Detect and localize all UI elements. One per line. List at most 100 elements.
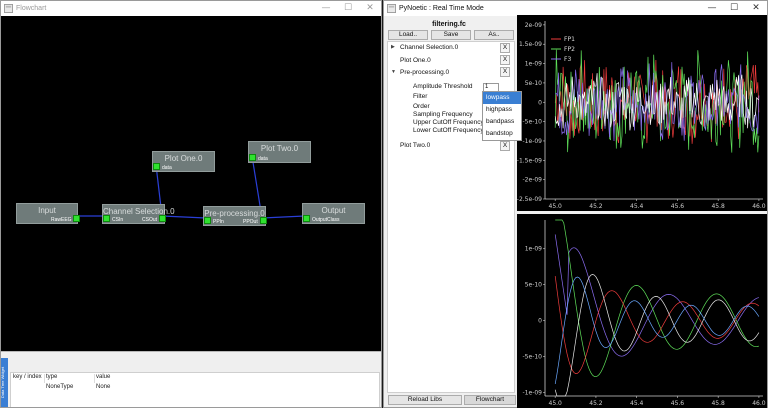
header-value[interactable]: value	[96, 374, 110, 380]
flowchart-node-tree[interactable]: ▶ Channel Selection.0 X Plot One.0 X ▼ P…	[387, 41, 522, 393]
node-title: Pre-processing.0	[204, 209, 265, 218]
x-tick-label: 45.0	[549, 400, 563, 407]
y-tick-label: -5e-10	[523, 353, 543, 360]
node-plot-one[interactable]: Plot One.0 data	[152, 151, 215, 172]
save-as-button[interactable]: As..	[474, 30, 514, 40]
load-button[interactable]: Load..	[388, 30, 428, 40]
y-tick-label: -2e-09	[523, 177, 543, 184]
x-tick-label: 45.2	[589, 203, 603, 210]
y-tick-label: 0	[538, 318, 542, 325]
y-tick-label: 5e-10	[525, 80, 542, 87]
header-type[interactable]: type	[46, 374, 57, 380]
data-tree-header: key / index type value	[11, 374, 379, 383]
close-icon[interactable]: ✕	[359, 1, 381, 16]
x-tick-label: 45.2	[589, 400, 603, 407]
close-icon[interactable]: ✕	[745, 1, 767, 16]
data-tree[interactable]: key / index type value NoneType None	[10, 372, 380, 407]
table-row[interactable]: NoneType None	[11, 384, 379, 393]
minimize-icon[interactable]: —	[315, 1, 337, 16]
flowchart-titlebar[interactable]: Flowchart — ☐ ✕	[1, 1, 381, 16]
tree-item-channel-selection[interactable]: Channel Selection.0	[400, 42, 458, 53]
series-line-0	[554, 234, 759, 357]
x-tick-label: 45.0	[549, 203, 563, 210]
remove-plot-one-button[interactable]: X	[500, 55, 510, 65]
y-tick-label: 1e-09	[525, 246, 542, 253]
tree-item-plot-one[interactable]: Plot One.0	[400, 55, 431, 66]
remove-channel-selection-button[interactable]: X	[500, 43, 510, 53]
x-tick-label: 45.4	[630, 400, 644, 407]
node-plot-two[interactable]: Plot Two.0 data	[248, 141, 311, 163]
maximize-icon[interactable]: ☐	[723, 1, 745, 16]
connection-preproc-output[interactable]	[261, 215, 306, 219]
param-lower-cutoff: Lower CutOff Frequency	[413, 127, 484, 134]
terminal-ppout[interactable]	[260, 217, 267, 224]
header-key[interactable]: key / index	[13, 374, 42, 380]
collapse-arrow-icon[interactable]: ▼	[391, 67, 396, 78]
node-channel-selection[interactable]: Channel Selection.0 CSIn CSOut	[102, 204, 175, 224]
x-tick-label: 45.8	[711, 203, 725, 210]
remove-preprocessing-button[interactable]: X	[500, 67, 510, 77]
terminal-label: PPIn	[213, 219, 224, 225]
node-title: Input	[38, 206, 56, 215]
tree-item-plot-two[interactable]: Plot Two.0	[400, 140, 430, 151]
connection-channel-preproc[interactable]	[161, 215, 207, 219]
legend-label: F3	[564, 56, 571, 63]
y-tick-label: -1e-09	[523, 138, 543, 145]
plot-one-chart[interactable]: 2e-09 1.5e-09 1e-09 5e-10 0 -5e-10 -1e-09 -1.5e…	[517, 15, 767, 211]
connection-layer	[76, 155, 306, 219]
tree-item-preprocessing[interactable]: Pre-processing.0	[400, 67, 449, 78]
reload-libs-button[interactable]: Reload Libs	[388, 395, 462, 405]
flowchart-canvas[interactable]: Input RawEEG Channel Selection.0 CSIn CS…	[1, 16, 381, 351]
x-tick-label: 45.4	[630, 203, 644, 210]
terminal-outputclass[interactable]	[303, 215, 310, 222]
maximize-icon[interactable]: ☐	[337, 1, 359, 16]
expand-arrow-icon[interactable]: ▶	[391, 42, 395, 53]
filter-option-bandstop[interactable]: bandstop	[483, 128, 521, 140]
param-upper-cutoff: Upper CutOff Frequency	[413, 119, 484, 126]
dock-label: Data Tree Widget	[0, 366, 6, 399]
y-tick-label: -5e-10	[523, 119, 543, 126]
file-name: filtering.fc	[432, 21, 466, 28]
param-sampling-frequency: Sampling Frequency	[413, 111, 473, 118]
save-button[interactable]: Save	[431, 30, 471, 40]
terminal-csout[interactable]	[159, 215, 166, 222]
x-tick-label: 46.0	[752, 400, 766, 407]
plot-one-svg: 2e-09 1.5e-09 1e-09 5e-10 0 -5e-10 -1e-09 -1.5e…	[517, 21, 766, 210]
y-tick-label: 1.5e-09	[519, 41, 542, 48]
remove-plot-two-button[interactable]: X	[500, 141, 510, 151]
filter-option-highpass[interactable]: highpass	[483, 104, 521, 116]
node-input[interactable]: Input RawEEG	[16, 203, 80, 224]
param-filter: Filter	[413, 93, 428, 100]
flowchart-button[interactable]: Flowchart	[464, 395, 516, 405]
terminal-rawEEG[interactable]	[73, 215, 80, 222]
filter-option-lowpass[interactable]: lowpass	[483, 92, 521, 104]
node-preprocessing[interactable]: Pre-processing.0 PPIn PPOut	[203, 206, 267, 226]
cell-type: NoneType	[46, 384, 74, 390]
pynoetic-titlebar[interactable]: PyNoetic : Real Time Mode — ☐ ✕	[384, 1, 767, 16]
plot-two-svg: 1e-09 5e-10 0 -5e-10 -1e-09 45.0 45.2 45.4 45.6 4…	[523, 219, 766, 407]
node-title: Channel Selection.0	[103, 207, 175, 216]
filter-dropdown[interactable]: lowpass highpass bandpass bandstop	[482, 91, 522, 141]
node-title: Output	[321, 206, 346, 215]
flowchart-window: Flowchart — ☐ ✕ Input RawEEG Channel Sel…	[0, 0, 382, 408]
x-tick-label: 45.6	[671, 400, 685, 407]
y-tick-label: 1e-09	[525, 61, 542, 68]
x-tick-label: 45.6	[671, 203, 685, 210]
app-icon	[387, 4, 396, 13]
node-output[interactable]: Output OutputClass	[302, 203, 365, 224]
y-tick-label: -1.5e-09	[517, 157, 542, 164]
dock-tab[interactable]: Data Tree Widget	[0, 358, 8, 407]
terminal-ppin[interactable]	[204, 217, 211, 224]
terminal-label: OutputClass	[312, 217, 340, 223]
terminal-csin[interactable]	[103, 215, 110, 222]
terminal-data[interactable]	[249, 154, 256, 161]
node-title: Plot Two.0	[260, 144, 299, 153]
terminal-label: PPOut	[243, 219, 258, 225]
plot-two-chart[interactable]: 1e-09 5e-10 0 -5e-10 -1e-09 45.0 45.2 45.4 45.6 4…	[517, 214, 767, 408]
filter-option-bandpass[interactable]: bandpass	[483, 116, 521, 128]
minimize-icon[interactable]: —	[701, 1, 723, 16]
window-title: Flowchart	[16, 5, 47, 12]
legend-label: FP2	[564, 46, 575, 53]
x-tick-label: 45.8	[711, 400, 725, 407]
terminal-data[interactable]	[153, 163, 160, 170]
